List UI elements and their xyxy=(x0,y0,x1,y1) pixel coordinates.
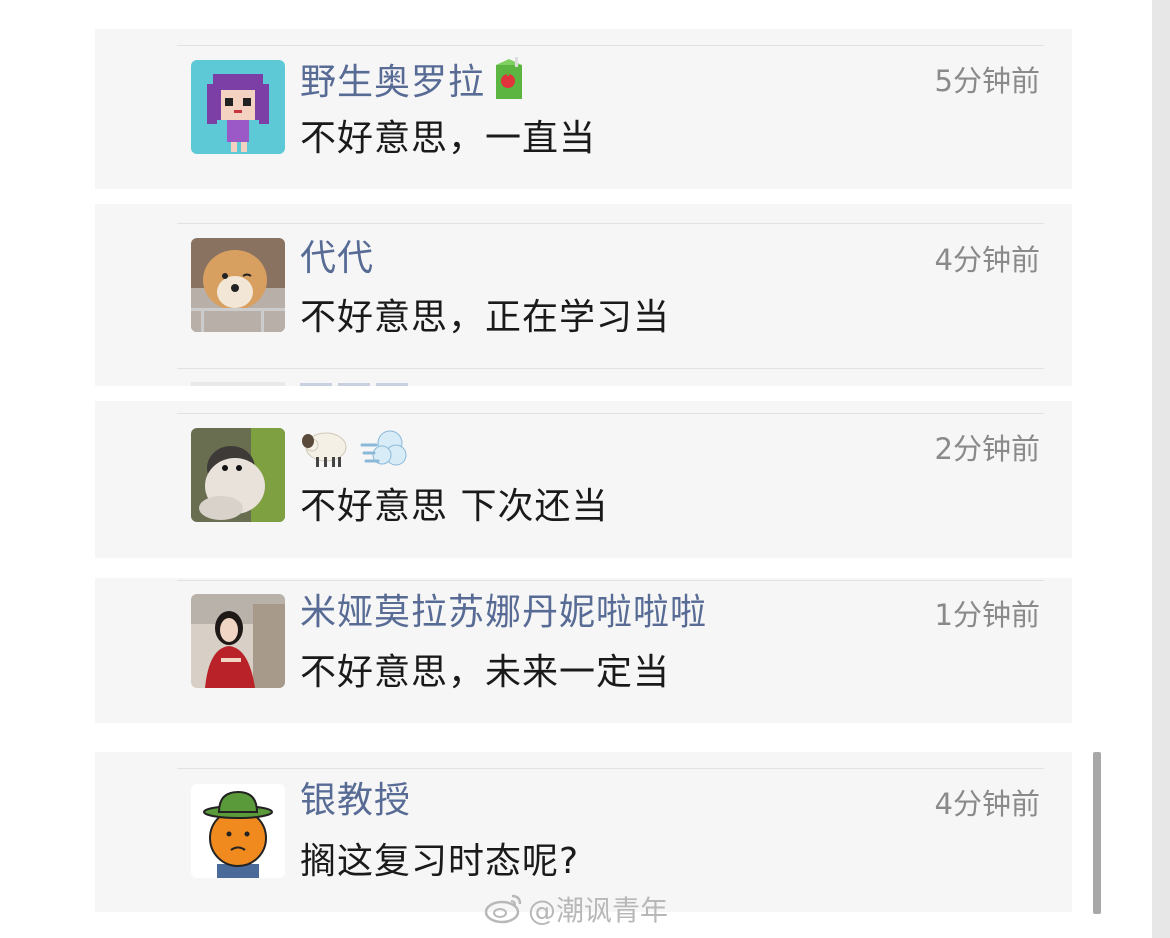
weibo-logo-icon xyxy=(484,892,524,932)
timestamp: 4分钟前 xyxy=(934,787,1040,821)
dash-icon xyxy=(360,425,410,479)
dog-photo-avatar[interactable] xyxy=(191,238,285,332)
watermark: @潮讽青年 xyxy=(484,892,668,932)
comment-card: 野生奥罗拉 5分钟前 不好意思，一直当 xyxy=(95,29,1072,189)
cat-photo-avatar[interactable] xyxy=(191,428,285,522)
woman-photo-avatar[interactable] xyxy=(191,594,285,688)
username[interactable] xyxy=(300,425,410,479)
username[interactable]: 银教授 xyxy=(300,780,411,822)
timestamp: 1分钟前 xyxy=(934,598,1040,632)
sheep-icon xyxy=(300,425,352,479)
divider xyxy=(177,368,1044,369)
username[interactable]: 野生奥罗拉 xyxy=(300,57,525,111)
watermark-text: @潮讽青年 xyxy=(528,894,669,927)
comment-text: 搁这复习时态呢? xyxy=(300,841,580,882)
username[interactable]: 代代 xyxy=(300,238,374,280)
comment-card: 代代 4分钟前 不好意思，正在学习当 xyxy=(95,204,1072,386)
orange-cowboy-avatar[interactable] xyxy=(191,784,285,878)
comment-text: 不好意思，未来一定当 xyxy=(300,652,671,693)
divider xyxy=(177,223,1044,224)
comment-text: 不好意思 下次还当 xyxy=(300,486,609,527)
screen-edge xyxy=(1152,0,1170,938)
divider xyxy=(177,45,1044,46)
divider xyxy=(177,413,1044,414)
username-text[interactable]: 野生奥罗拉 xyxy=(300,62,485,103)
cut-off-username xyxy=(300,382,420,386)
divider xyxy=(177,768,1044,769)
timestamp: 5分钟前 xyxy=(934,64,1040,98)
username[interactable]: 米娅莫拉苏娜丹妮啦啦啦 xyxy=(300,592,707,634)
comment-card: 银教授 4分钟前 搁这复习时态呢? xyxy=(95,752,1072,912)
pixel-girl-avatar[interactable] xyxy=(191,60,285,154)
timestamp: 4分钟前 xyxy=(934,243,1040,277)
divider xyxy=(177,580,1044,581)
scrollbar[interactable] xyxy=(1093,752,1101,914)
comment-card: 2分钟前 不好意思 下次还当 xyxy=(95,401,1072,558)
comment-text: 不好意思，正在学习当 xyxy=(300,297,671,338)
cut-off-avatar xyxy=(191,382,285,386)
comment-card: 米娅莫拉苏娜丹妮啦啦啦 1分钟前 不好意思，未来一定当 xyxy=(95,578,1072,723)
comment-text: 不好意思，一直当 xyxy=(300,118,597,159)
juice-box-icon xyxy=(493,57,525,111)
timestamp: 2分钟前 xyxy=(934,432,1040,466)
